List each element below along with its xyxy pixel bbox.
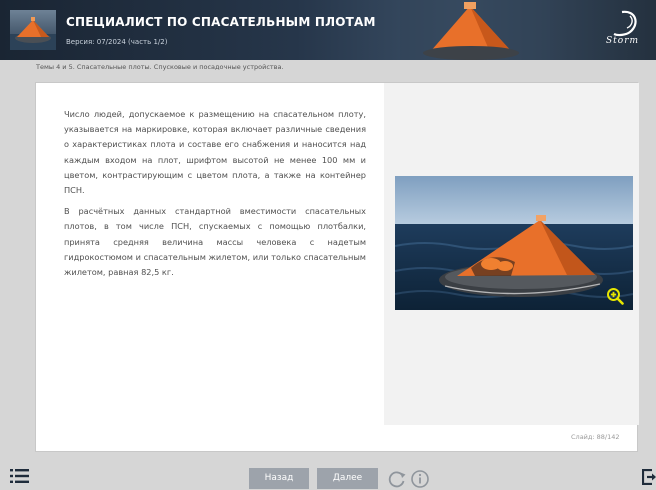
slide-counter: Слайд: 88/142 <box>571 433 620 441</box>
slide-text: Число людей, допускаемое к размещению на… <box>64 107 366 286</box>
reload-icon[interactable] <box>387 469 407 489</box>
info-icon[interactable] <box>410 469 430 489</box>
exit-icon[interactable] <box>642 469 656 485</box>
course-title: СПЕЦИАЛИСТ ПО СПАСАТЕЛЬНЫМ ПЛОТАМ <box>66 15 376 29</box>
paragraph-1: Число людей, допускаемое к размещению на… <box>64 109 366 196</box>
back-button[interactable]: Назад <box>249 468 309 489</box>
course-header: СПЕЦИАЛИСТ ПО СПАСАТЕЛЬНЫМ ПЛОТАМ Версия… <box>0 0 656 60</box>
course-thumbnail <box>10 10 56 50</box>
media-panel <box>384 83 639 425</box>
life-raft-photo[interactable] <box>395 176 633 310</box>
storm-logo-icon <box>613 10 637 37</box>
logo-text: Storm <box>606 36 640 46</box>
breadcrumb: Темы 4 и 5. Спасательные плоты. Спусковы… <box>36 63 284 71</box>
course-version: Версия: 07/2024 (часть 1/2) <box>66 38 168 46</box>
zoom-in-icon[interactable] <box>606 287 624 305</box>
slide-card: Число людей, допускаемое к размещению на… <box>35 82 639 452</box>
header-raft-image <box>400 0 550 60</box>
menu-list-icon[interactable] <box>10 468 30 484</box>
bottom-toolbar: Назад Далее <box>0 460 656 490</box>
next-button[interactable]: Далее <box>317 468 378 489</box>
paragraph-2: В расчётных данных стандартной вместимос… <box>64 206 366 278</box>
